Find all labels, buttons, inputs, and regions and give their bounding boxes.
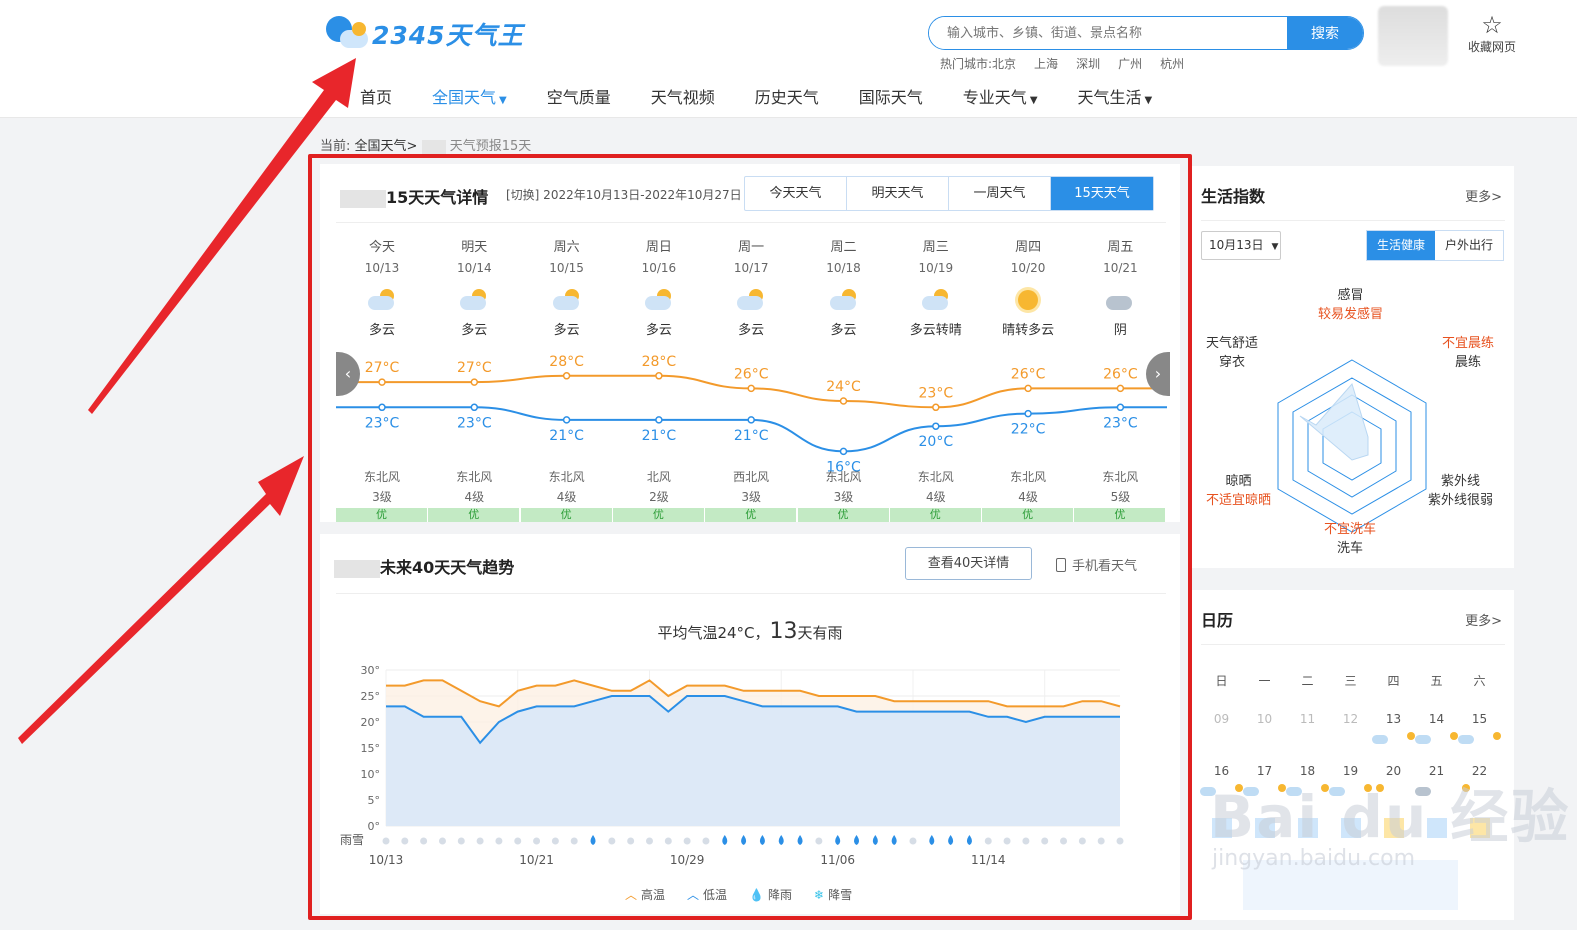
life-radar-chart (1277, 359, 1427, 533)
calendar-day[interactable]: 13 (1372, 712, 1415, 744)
calendar-day[interactable]: 11 (1286, 712, 1329, 744)
caret-down-icon: ▼ (1029, 95, 1038, 106)
nav-weather-video[interactable]: 天气视频 (651, 84, 715, 108)
hot-city-link[interactable]: 杭州 (1160, 55, 1184, 72)
calendar-title: 日历 (1201, 611, 1234, 630)
hot-cities: 热门城市:北京 上海 深圳 广州 杭州 (940, 55, 1184, 72)
top-header: 2345天气王 搜索 热门城市:北京 上海 深圳 广州 杭州 ☆ 收藏网页 首页… (0, 0, 1577, 118)
nav-international-weather[interactable]: 国际天气 (859, 84, 923, 108)
hot-city-label[interactable]: 热门城市:北京 (940, 55, 1016, 72)
nav-national-weather[interactable]: 全国天气 ▼ (432, 84, 507, 108)
calendar-row: 09 10 11 12 13 14 15 (1200, 712, 1502, 744)
baidu-watermark: Bai du 经验 (1210, 783, 1571, 851)
calendar-day[interactable]: 12 (1329, 712, 1372, 744)
calendar-weekdays: 日一二三四五六 (1215, 674, 1486, 688)
search-box: 搜索 (928, 16, 1364, 50)
life-tabs: 生活健康 户外出行 (1366, 230, 1504, 261)
hot-city-link[interactable]: 上海 (1034, 55, 1058, 72)
index-drying: 晾晒 不适宜晾晒 (1206, 474, 1272, 508)
logo-text: 2345天气王 (372, 21, 524, 50)
avatar[interactable] (1378, 6, 1448, 66)
highlight-box (308, 154, 1192, 920)
index-uv: 紫外线 紫外线很弱 (1428, 474, 1494, 508)
index-dressing: 天气舒适 穿衣 (1206, 336, 1259, 370)
nav-professional-weather[interactable]: 专业天气 ▼ (963, 84, 1038, 108)
site-logo[interactable]: 2345天气王 (322, 14, 524, 54)
breadcrumb-current: 天气预报15天 (449, 139, 532, 154)
life-index-more[interactable]: 更多> (1465, 186, 1502, 205)
nav-weather-life[interactable]: 天气生活 ▼ (1078, 84, 1153, 108)
life-index-panel: 生活指数 更多> 10月13日 ▼ 生活健康 户外出行 感冒 较易发感冒 不宜晨练晨… (1192, 166, 1514, 568)
star-icon: ☆ (1481, 11, 1503, 39)
index-morning-exercise: 不宜晨练 晨练 (1442, 336, 1495, 370)
caret-down-icon: ▼ (1144, 95, 1153, 106)
blurred-city (421, 139, 446, 154)
hot-city-link[interactable]: 广州 (1118, 55, 1142, 72)
date-select[interactable]: 10月13日 ▼ (1201, 231, 1281, 260)
nav-home[interactable]: 首页 (360, 84, 392, 108)
calendar-day[interactable]: 15 (1458, 712, 1501, 744)
partly-cloudy-icon (1372, 732, 1415, 744)
search-input[interactable] (929, 17, 1287, 49)
favorite-label: 收藏网页 (1467, 40, 1516, 54)
baidu-watermark: jingyan.baidu.com (1212, 846, 1416, 871)
bird-logo-icon (322, 14, 370, 54)
calendar-day[interactable]: 10 (1243, 712, 1286, 744)
favorite-button[interactable]: ☆ 收藏网页 (1464, 12, 1520, 55)
calendar-day[interactable]: 09 (1200, 712, 1243, 744)
breadcrumb: 当前: 全国天气> 天气预报15天 (320, 139, 532, 154)
main-nav: 首页 全国天气 ▼ 空气质量 天气视频 历史天气 国际天气 专业天气 ▼ 天气生活 ▼ (360, 84, 1192, 108)
partly-cloudy-icon (1458, 732, 1501, 744)
nav-air-quality[interactable]: 空气质量 (547, 84, 611, 108)
calendar-day[interactable]: 14 (1415, 712, 1458, 744)
partly-cloudy-icon (1415, 732, 1458, 744)
nav-history-weather[interactable]: 历史天气 (755, 84, 819, 108)
tab-outdoor[interactable]: 户外出行 (1435, 231, 1503, 260)
search-button[interactable]: 搜索 (1287, 17, 1363, 49)
index-cold: 感冒 较易发感冒 (1318, 288, 1384, 322)
tab-health[interactable]: 生活健康 (1367, 231, 1435, 260)
index-car-wash: 不宜洗车 洗车 (1324, 522, 1377, 556)
caret-down-icon: ▼ (499, 95, 507, 106)
calendar-more[interactable]: 更多> (1465, 610, 1502, 629)
life-index-title: 生活指数 (1201, 187, 1266, 206)
breadcrumb-link[interactable]: 全国天气> (355, 139, 418, 154)
hot-city-link[interactable]: 深圳 (1076, 55, 1100, 72)
